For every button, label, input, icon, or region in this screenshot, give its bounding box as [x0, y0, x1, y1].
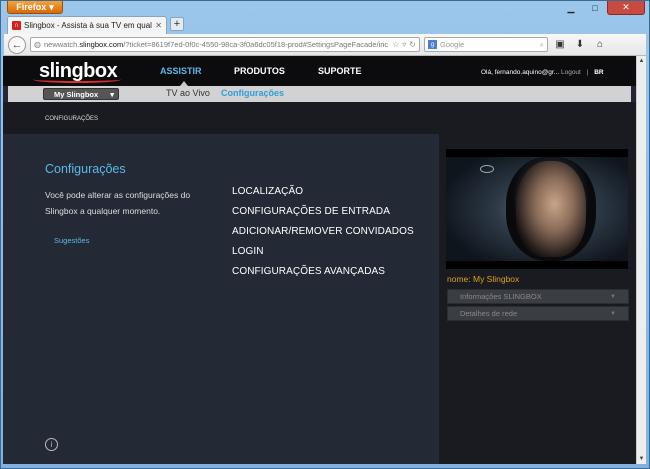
tab-title: Slingbox - Assista à sua TV em qualquer …	[24, 21, 152, 30]
tab-close-icon[interactable]: ✕	[155, 21, 162, 30]
minimize-icon[interactable]: ▁	[559, 1, 583, 15]
window-controls: ▁ □ ✕	[559, 1, 645, 15]
page-title: Configurações	[45, 162, 126, 176]
chevron-down-icon: ▾	[49, 1, 54, 12]
device-select[interactable]: My Slingbox ▾	[43, 88, 119, 100]
video-preview[interactable]	[446, 149, 628, 269]
firefox-menu-button[interactable]: Firefox ▾	[7, 1, 63, 14]
menu-adicionar-remover-convidados[interactable]: ADICIONAR/REMOVER CONVIDADOS	[232, 226, 414, 237]
letterbox-top	[446, 149, 628, 157]
channel-logo-icon	[480, 165, 494, 173]
nav-produtos[interactable]: PRODUTOS	[234, 66, 285, 76]
dropdown-arrow-icon[interactable]: ▿	[402, 40, 406, 49]
subnav-configuracoes[interactable]: Configurações	[221, 88, 284, 98]
bookmark-star-icon[interactable]: ☆	[392, 40, 399, 49]
firefox-menu-label: Firefox	[16, 2, 47, 12]
search-icon[interactable]: ⌕	[540, 40, 544, 50]
sub-navigation: My Slingbox ▾ TV ao Vivo Configurações	[8, 86, 631, 102]
accordion-label: Informações SLINGBOX	[460, 292, 542, 301]
nav-suporte[interactable]: SUPORTE	[318, 66, 362, 76]
user-info: Olá, fernando.aquino@gr... Logout | BR	[481, 69, 604, 76]
settings-content: Configurações Você pode alterar as confi…	[3, 134, 439, 464]
scroll-down-icon[interactable]: ▼	[637, 454, 646, 464]
chevron-down-icon: ▼	[610, 293, 616, 300]
subnav-tv-ao-vivo[interactable]: TV ao Vivo	[166, 88, 210, 98]
accordion-label: Detalhes de rede	[460, 309, 518, 318]
search-placeholder: Google	[440, 40, 465, 49]
device-panel: nome: My Slingbox Informações SLINGBOX ▼…	[439, 134, 636, 464]
reload-icon[interactable]: ↻	[409, 40, 416, 49]
slingbox-favicon-icon: ∩	[12, 21, 21, 30]
chevron-down-icon: ▼	[610, 310, 616, 317]
video-figure-face	[516, 161, 586, 257]
url-domain: slingbox.com	[79, 40, 124, 49]
search-bar[interactable]: g Google ⌕	[424, 37, 548, 52]
user-greeting: Olá, fernando.aquino@gr...	[481, 69, 560, 76]
close-window-icon[interactable]: ✕	[607, 1, 645, 15]
back-arrow-icon[interactable]: ←	[8, 35, 26, 54]
info-icon[interactable]: i	[45, 438, 58, 451]
accordion-informacoes-slingbox[interactable]: Informações SLINGBOX ▼	[447, 289, 629, 304]
accordion-detalhes-de-rede[interactable]: Detalhes de rede ▼	[447, 306, 629, 321]
page-description: Você pode alterar as configurações do Sl…	[45, 190, 191, 216]
language-selector[interactable]: BR	[594, 69, 603, 76]
globe-icon: ◍	[34, 40, 41, 49]
nav-assistir[interactable]: ASSISTIR	[160, 66, 202, 76]
url-bar[interactable]: ◍ newwatch.slingbox.com/?ticket=8619f7ed…	[30, 37, 420, 52]
home-icon[interactable]: ⌂	[592, 37, 608, 53]
new-tab-icon[interactable]: +	[170, 17, 184, 31]
menu-login[interactable]: LOGIN	[232, 246, 264, 257]
letterbox-bottom	[446, 261, 628, 269]
vertical-scrollbar[interactable]: ▲ ▼	[636, 56, 646, 464]
suggestions-link[interactable]: Sugestões	[54, 236, 89, 245]
url-prefix: newwatch.	[43, 40, 80, 49]
scroll-up-icon[interactable]: ▲	[637, 56, 646, 66]
separator: |	[586, 69, 589, 76]
download-icon[interactable]: ⬇	[572, 37, 588, 53]
site-header: slingbox ASSISTIR PRODUTOS SUPORTE Olá, …	[3, 56, 636, 86]
logout-link[interactable]: Logout	[561, 69, 581, 76]
screenshot-icon[interactable]: ▣	[552, 37, 568, 53]
url-path: /?ticket=8619f7ed-0f0c-4550-98ca-3f0a6dc…	[123, 40, 389, 49]
device-name: nome: My Slingbox	[447, 274, 520, 284]
device-select-label: My Slingbox	[54, 89, 99, 99]
maximize-icon[interactable]: □	[583, 1, 607, 15]
url-text: newwatch.slingbox.com/?ticket=8619f7ed-0…	[44, 40, 389, 49]
menu-configuracoes-entrada[interactable]: CONFIGURAÇÕES DE ENTRADA	[232, 206, 390, 217]
google-engine-icon[interactable]: g	[428, 40, 437, 49]
breadcrumb: CONFIGURAÇÕES	[45, 116, 99, 122]
menu-configuracoes-avancadas[interactable]: CONFIGURAÇÕES AVANÇADAS	[232, 266, 385, 277]
navigation-toolbar: ← ◍ newwatch.slingbox.com/?ticket=8619f7…	[4, 34, 646, 56]
chevron-down-icon: ▾	[110, 89, 114, 99]
logo-swoosh	[33, 76, 121, 83]
tab-bar: ∩ Slingbox - Assista à sua TV em qualque…	[5, 16, 645, 34]
page-viewport: slingbox ASSISTIR PRODUTOS SUPORTE Olá, …	[3, 56, 636, 464]
browser-tab[interactable]: ∩ Slingbox - Assista à sua TV em qualque…	[7, 16, 167, 34]
breadcrumb-bar: CONFIGURAÇÕES	[3, 102, 636, 134]
menu-localizacao[interactable]: LOCALIZAÇÃO	[232, 186, 303, 197]
